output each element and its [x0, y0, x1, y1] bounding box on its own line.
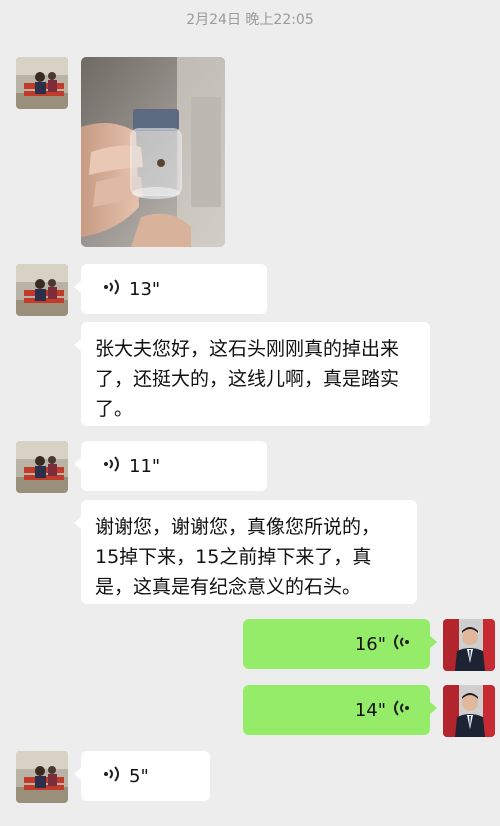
stone-vial-photo [81, 57, 225, 247]
contact-avatar-image [16, 751, 68, 803]
my-avatar[interactable] [443, 685, 495, 737]
message-text: 谢谢您，谢谢您，真像您所说的，15掉下来，15之前掉下来了，真是，这真是有纪念意… [95, 516, 381, 598]
voice-wave-icon [394, 698, 410, 723]
voice-duration: 5" [129, 765, 149, 787]
text-message-bubble[interactable]: 谢谢您，谢谢您，真像您所说的，15掉下来，15之前掉下来了，真是，这真是有纪念意… [74, 500, 417, 604]
my-avatar-image [443, 619, 495, 671]
my-avatar[interactable] [443, 619, 495, 671]
contact-avatar[interactable] [16, 264, 68, 316]
voice-wave-icon [103, 764, 119, 789]
voice-message-bubble[interactable]: 5" [74, 751, 210, 801]
voice-wave-icon [103, 277, 119, 302]
my-voice-message-bubble[interactable]: 14" [243, 685, 437, 735]
voice-duration: 16" [354, 633, 386, 655]
voice-message-bubble[interactable]: 13" [74, 264, 267, 314]
voice-wave-icon [103, 454, 119, 479]
chat-image-message[interactable] [81, 57, 225, 247]
my-voice-message-bubble[interactable]: 16" [243, 619, 437, 669]
contact-avatar[interactable] [16, 751, 68, 803]
voice-message-bubble[interactable]: 11" [74, 441, 267, 491]
my-avatar-image [443, 685, 495, 737]
voice-wave-icon [394, 632, 410, 657]
text-message-bubble[interactable]: 张大夫您好，这石头刚刚真的掉出来了，还挺大的，这线儿啊，真是踏实了。 [74, 322, 430, 426]
voice-duration: 11" [129, 455, 161, 477]
chat-window: 2月24日 晚上22:05 13" 张大夫您好，这石头刚刚真的掉出来了，还挺大的… [0, 0, 500, 826]
contact-avatar[interactable] [16, 441, 68, 493]
contact-avatar-image [16, 57, 68, 109]
voice-duration: 13" [129, 278, 161, 300]
contact-avatar-image [16, 264, 68, 316]
voice-duration: 14" [354, 699, 386, 721]
contact-avatar-image [16, 441, 68, 493]
chat-timestamp: 2月24日 晚上22:05 [186, 12, 314, 28]
contact-avatar[interactable] [16, 57, 68, 109]
message-text: 张大夫您好，这石头刚刚真的掉出来了，还挺大的，这线儿啊，真是踏实了。 [95, 338, 400, 420]
